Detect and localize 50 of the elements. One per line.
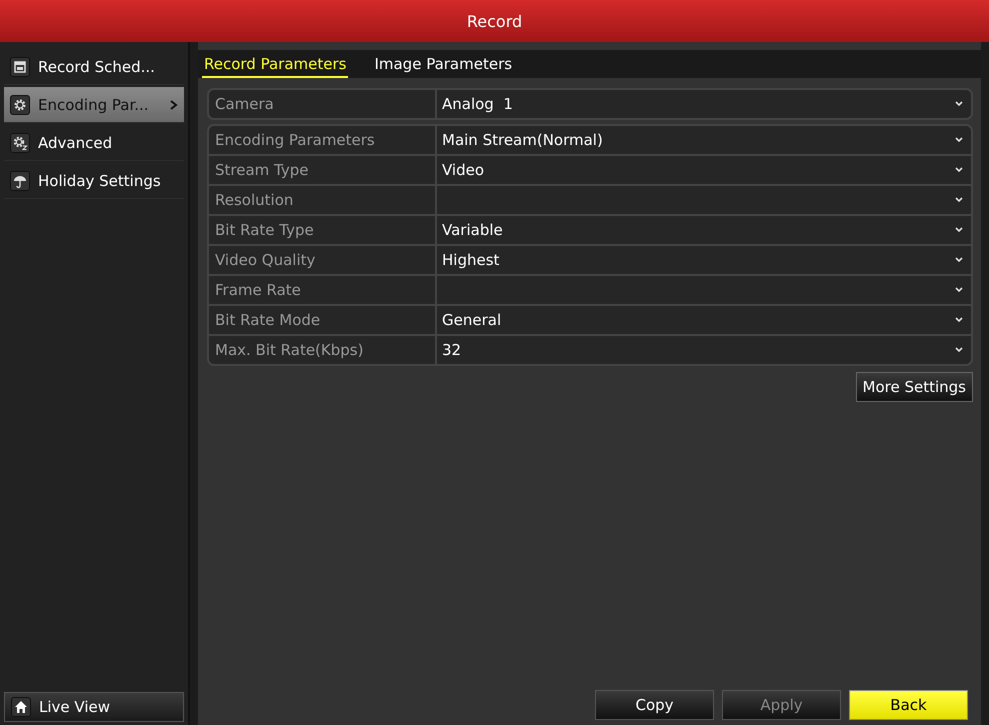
dropdown-value: General <box>442 311 502 329</box>
chevron-down-icon <box>955 101 963 107</box>
field-label: Bit Rate Type <box>209 216 435 244</box>
chevron-down-icon <box>955 197 963 203</box>
sidebar-item[interactable]: Advanced <box>4 125 184 161</box>
dropdown[interactable]: Highest <box>437 246 971 274</box>
window-title: Record <box>0 0 989 42</box>
dropdown[interactable]: Video <box>437 156 971 184</box>
dropdown[interactable] <box>437 186 971 214</box>
chevron-down-icon <box>955 347 963 353</box>
action-button[interactable]: Copy <box>595 690 714 720</box>
field-label: Bit Rate Mode <box>209 306 435 334</box>
dropdown[interactable]: Analog 1 <box>437 90 971 118</box>
field-label: Resolution <box>209 186 435 214</box>
field-label: Frame Rate <box>209 276 435 304</box>
dropdown[interactable]: Variable <box>437 216 971 244</box>
dropdown[interactable]: Main Stream(Normal) <box>437 126 971 154</box>
dropdown-value: Variable <box>442 221 503 239</box>
chevron-down-icon <box>955 257 963 263</box>
dropdown[interactable]: General <box>437 306 971 334</box>
field-label: Video Quality <box>209 246 435 274</box>
sidebar-item[interactable]: Encoding Par... <box>4 87 184 123</box>
home-icon <box>13 699 29 715</box>
gear2-icon <box>12 134 28 150</box>
tab[interactable]: Image Parameters <box>372 55 514 78</box>
dropdown-value: 32 <box>442 341 462 359</box>
live-view-button[interactable]: Live View <box>4 692 184 722</box>
dropdown[interactable]: 32 <box>437 336 971 364</box>
tab[interactable]: Record Parameters <box>202 55 348 78</box>
field-label: Max. Bit Rate(Kbps) <box>209 336 435 364</box>
gear-icon <box>12 96 28 112</box>
calendar-icon <box>12 58 28 74</box>
chevron-icon <box>170 100 178 110</box>
chevron-down-icon <box>955 137 963 143</box>
chevron-down-icon <box>955 167 963 173</box>
chevron-down-icon <box>955 227 963 233</box>
dropdown[interactable] <box>437 276 971 304</box>
chevron-down-icon <box>955 317 963 323</box>
more-settings-button[interactable]: More Settings <box>856 372 973 402</box>
field-label: Camera <box>209 90 435 118</box>
dropdown-value: Analog 1 <box>442 95 513 113</box>
field-label: Encoding Parameters <box>209 126 435 154</box>
dropdown-value: Main Stream(Normal) <box>442 131 603 149</box>
field-label: Stream Type <box>209 156 435 184</box>
dropdown-value: Video <box>442 161 484 179</box>
action-button[interactable]: Back <box>849 690 968 720</box>
chevron-down-icon <box>955 287 963 293</box>
sidebar-item[interactable]: Holiday Settings <box>4 163 184 199</box>
sidebar-item[interactable]: Record Sched... <box>4 49 184 85</box>
dropdown-value: Highest <box>442 251 500 269</box>
